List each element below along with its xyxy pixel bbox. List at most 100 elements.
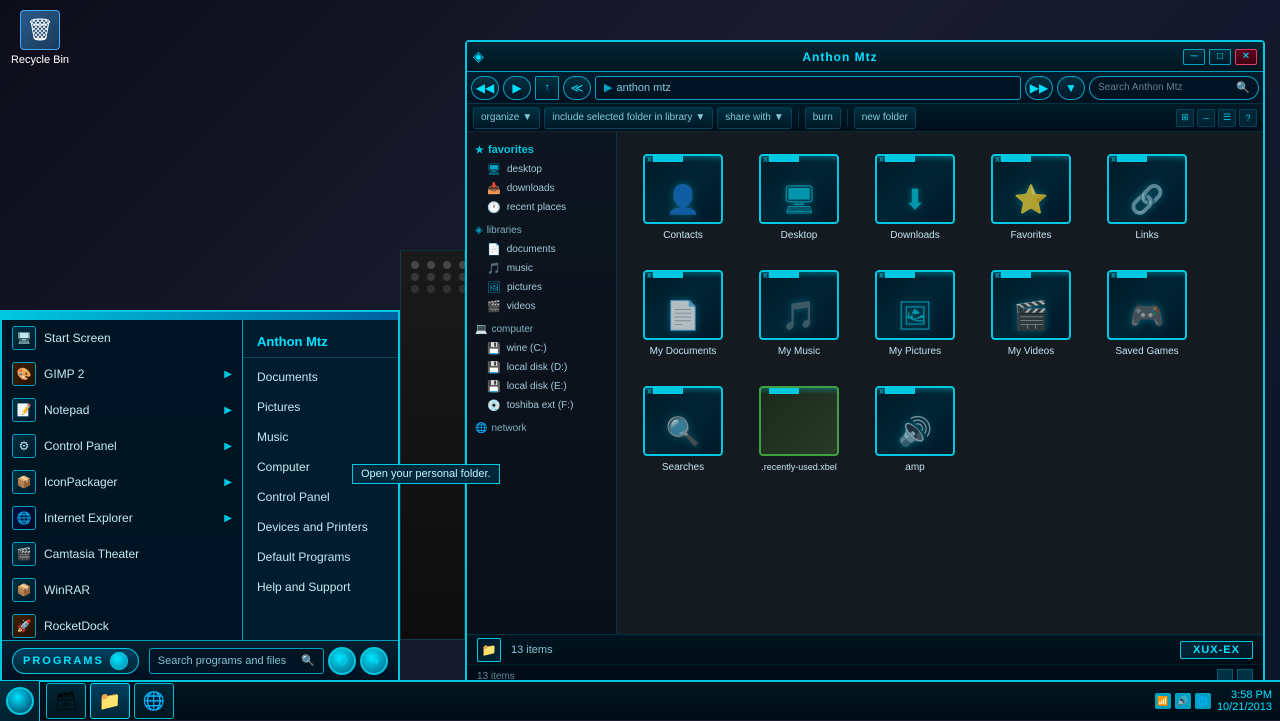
user-power-button[interactable]: ⏻ — [328, 647, 356, 675]
minimize-button[interactable]: ─ — [1183, 49, 1205, 65]
folder-icon-my-pictures: XUX-EX 🖼 — [875, 270, 955, 340]
sidebar-music-label: music — [507, 263, 533, 274]
maximize-button[interactable]: □ — [1209, 49, 1231, 65]
right-menu-default-programs[interactable]: Default Programs — [243, 542, 398, 572]
refresh-button[interactable]: ▶▶ — [1025, 76, 1053, 100]
folder-item-desktop[interactable]: XUX-EX 🖥 Desktop — [749, 148, 849, 248]
notepad-icon: 📝 — [12, 398, 36, 422]
folder-item-amp[interactable]: XUX-EX 🔊 amp — [865, 380, 965, 480]
right-menu-music[interactable]: Music — [243, 422, 398, 452]
winrar-icon: 📦 — [12, 578, 36, 602]
folder-item-recently-used[interactable]: .recently-used.xbel — [749, 380, 849, 480]
my-videos-inner-icon: 🎬 — [1014, 299, 1049, 332]
folder-item-contacts[interactable]: XUX-EX 👤 Contacts — [633, 148, 733, 248]
menu-item-gimp[interactable]: 🎨 GIMP 2 ▶ — [2, 356, 242, 392]
toolbar-right: ⊞ ─ ☰ ? — [1176, 109, 1257, 127]
close-button[interactable]: ✕ — [1235, 49, 1257, 65]
toolbar-separator-2 — [847, 109, 848, 127]
sidebar-network-header: 🌐 network — [467, 419, 616, 438]
right-menu-devices[interactable]: Devices and Printers — [243, 512, 398, 542]
menu-item-camtasia[interactable]: 🎬 Camtasia Theater — [2, 536, 242, 572]
folder-item-my-music[interactable]: XUX-EX 🎵 My Music — [749, 264, 849, 364]
sidebar-item-wine-c[interactable]: 💾 wine (C:) — [467, 339, 616, 358]
sidebar-item-toshiba[interactable]: 💿 toshiba ext (F:) — [467, 396, 616, 415]
camtasia-icon: 🎬 — [12, 542, 36, 566]
right-menu-help[interactable]: Help and Support — [243, 572, 398, 602]
recycle-bin[interactable]: 🗑 Recycle Bin — [10, 10, 70, 66]
taskbar-item-chrome[interactable]: 🌐 — [134, 683, 174, 719]
sidebar-item-documents[interactable]: 📄 documents — [467, 240, 616, 259]
organize-button[interactable]: organize ▼ — [473, 107, 540, 129]
folder-item-saved-games[interactable]: XUX-EX 🎮 Saved Games — [1097, 264, 1197, 364]
help-button[interactable]: ? — [1239, 109, 1257, 127]
start-menu-right-title: Anthon Mtz — [243, 328, 398, 358]
sidebar-item-local-e[interactable]: 💾 local disk (E:) — [467, 377, 616, 396]
view-button-3[interactable]: ☰ — [1218, 109, 1236, 127]
sidebar-item-music[interactable]: 🎵 music — [467, 259, 616, 278]
folder-item-downloads[interactable]: XUX-EX ⬇ Downloads — [865, 148, 965, 248]
start-screen-label: Start Screen — [44, 331, 111, 345]
taskbar-item-1[interactable]: 🗃 — [46, 683, 86, 719]
right-menu-documents[interactable]: Documents — [243, 362, 398, 392]
recent-icon: 🕐 — [487, 201, 501, 214]
folder-name-searches: Searches — [662, 462, 704, 474]
include-library-button[interactable]: include selected folder in library ▼ — [544, 107, 713, 129]
menu-item-ie[interactable]: 🌐 Internet Explorer ▶ — [2, 500, 242, 536]
burn-button[interactable]: burn — [805, 107, 841, 129]
search-box[interactable]: Search Anthon Mtz 🔍 — [1089, 76, 1259, 100]
sidebar-item-recent[interactable]: 🕐 recent places — [467, 198, 616, 217]
ie-arrow-icon: ▶ — [224, 513, 232, 524]
menu-item-winrar[interactable]: 📦 WinRAR — [2, 572, 242, 608]
menu-item-iconpackager[interactable]: 📦 IconPackager ▶ — [2, 464, 242, 500]
sidebar-item-local-d[interactable]: 💾 local disk (D:) — [467, 358, 616, 377]
desktop-inner-icon: 🖥 — [781, 183, 817, 216]
sidebar-item-pictures[interactable]: 🖼 pictures — [467, 278, 616, 297]
menu-item-start-screen[interactable]: 🖥 Start Screen — [2, 320, 242, 356]
share-with-arrow: ▼ — [774, 112, 784, 123]
camtasia-label: Camtasia Theater — [44, 547, 139, 561]
search-bar[interactable]: Search programs and files 🔍 — [149, 648, 324, 674]
shutdown-button[interactable]: ↪ — [360, 647, 388, 675]
folder-item-my-documents[interactable]: XUX-EX 📄 My Documents — [633, 264, 733, 364]
search-bar-placeholder: Search programs and files — [158, 655, 286, 667]
taskbar-item-explorer[interactable]: 📁 — [90, 683, 130, 719]
sidebar-videos-label: videos — [507, 301, 536, 312]
menu-item-control-panel[interactable]: ⚙ Control Panel ▶ — [2, 428, 242, 464]
view-button-2[interactable]: ─ — [1197, 109, 1215, 127]
folder-item-my-pictures[interactable]: XUX-EX 🖼 My Pictures — [865, 264, 965, 364]
address-path[interactable]: ▶ anthon mtz — [595, 76, 1021, 100]
up-button[interactable]: ↑ — [535, 76, 559, 100]
menu-item-rocketdock[interactable]: 🚀 RocketDock — [2, 608, 242, 640]
notepad-arrow-icon: ▶ — [224, 405, 232, 416]
share-with-button[interactable]: share with ▼ — [717, 107, 791, 129]
folder-item-favorites[interactable]: XUX-EX ⭐ Favorites — [981, 148, 1081, 248]
taskbar-clock: 3:58 PM 10/21/2013 — [1217, 689, 1272, 713]
status-folder-icon: 📁 — [477, 638, 501, 662]
back-button[interactable]: ◀◀ — [471, 76, 499, 100]
view-button-1[interactable]: ⊞ — [1176, 109, 1194, 127]
folder-name-desktop: Desktop — [781, 230, 818, 242]
menu-item-notepad[interactable]: 📝 Notepad ▶ — [2, 392, 242, 428]
sidebar-item-desktop[interactable]: 🖥 desktop — [467, 160, 616, 179]
folder-item-my-videos[interactable]: XUX-EX 🎬 My Videos — [981, 264, 1081, 364]
folder-item-searches[interactable]: XUX-EX 🔍 Searches — [633, 380, 733, 480]
folder-icon-searches: XUX-EX 🔍 — [643, 386, 723, 456]
dropdown-button[interactable]: ▼ — [1057, 76, 1085, 100]
right-menu-pictures[interactable]: Pictures — [243, 392, 398, 422]
sidebar-item-downloads[interactable]: 📥 downloads — [467, 179, 616, 198]
breadcrumb-back[interactable]: ≪ — [563, 76, 591, 100]
folder-icon-my-videos: XUX-EX 🎬 — [991, 270, 1071, 340]
my-documents-inner-icon: 📄 — [666, 299, 701, 332]
control-panel-label: Control Panel — [44, 439, 117, 453]
forward-button[interactable]: ▶ — [503, 76, 531, 100]
new-folder-button[interactable]: new folder — [854, 107, 916, 129]
search-bar-icon: 🔍 — [301, 654, 315, 667]
folder-item-links[interactable]: XUX-EX 🔗 Links — [1097, 148, 1197, 248]
system-tray: 📶 🔊 🌐 — [1155, 693, 1211, 709]
start-button[interactable] — [0, 681, 40, 721]
folder-name-contacts: Contacts — [663, 230, 702, 242]
sidebar-item-videos[interactable]: 🎬 videos — [467, 297, 616, 316]
organize-arrow: ▼ — [522, 112, 532, 123]
sidebar-libraries-header: ◈ libraries — [467, 221, 616, 240]
right-menu-control-panel[interactable]: Control Panel — [243, 482, 398, 512]
